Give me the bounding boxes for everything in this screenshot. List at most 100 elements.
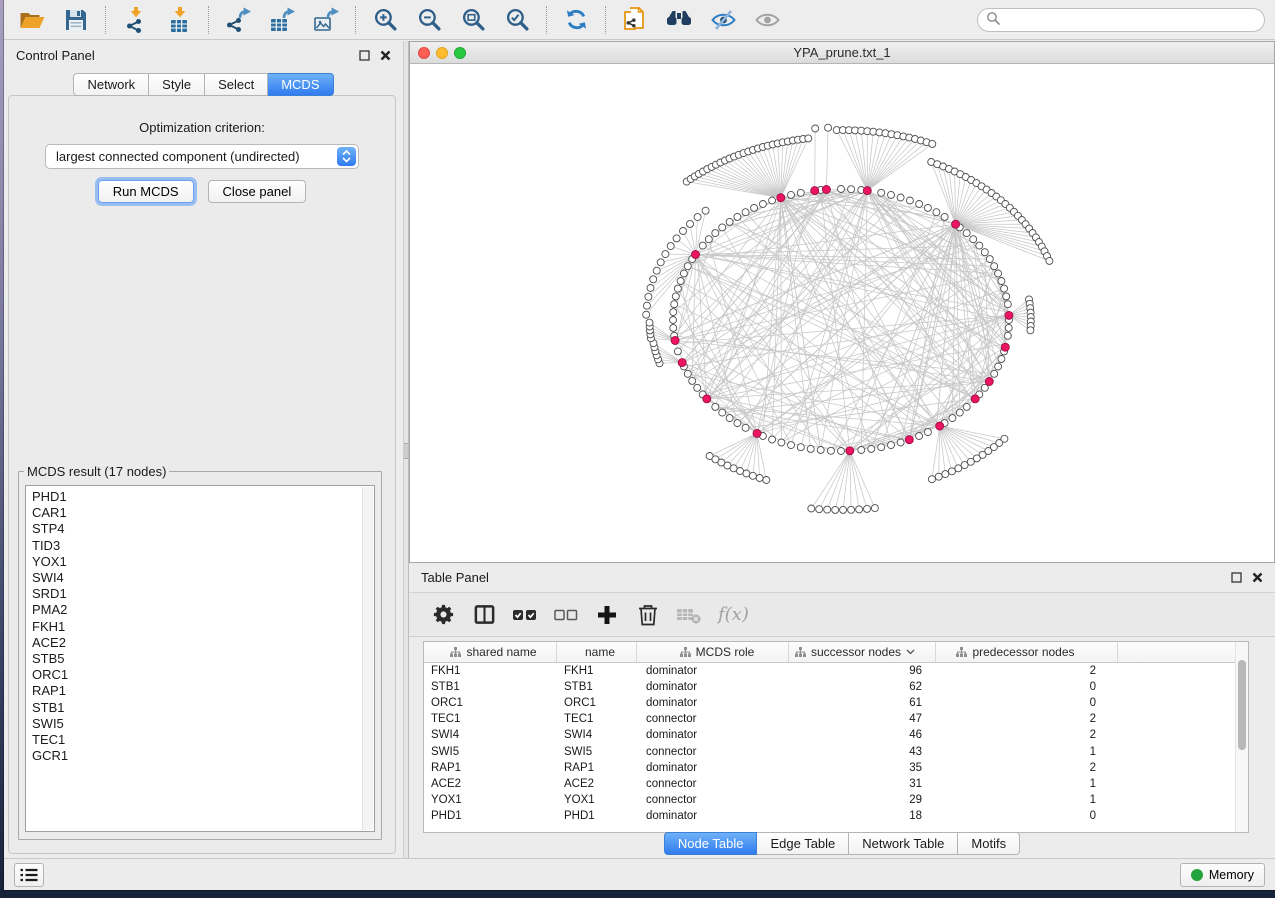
table-cell: 1 <box>936 794 1118 806</box>
list-item[interactable]: SRD1 <box>32 586 374 602</box>
list-item[interactable]: STP4 <box>32 521 374 537</box>
tab-edge-table[interactable]: Edge Table <box>757 832 849 855</box>
splitter-grip[interactable] <box>404 443 408 459</box>
mcds-result-list[interactable]: PHD1CAR1STP4TID3YOX1SWI4SRD1PMA2FKH1ACE2… <box>25 485 375 832</box>
table-row[interactable]: SWI5SWI5connector431 <box>424 743 1248 759</box>
table-row[interactable]: ORC1ORC1dominator610 <box>424 695 1248 711</box>
save-icon[interactable] <box>54 1 98 39</box>
export-image-icon[interactable] <box>304 1 348 39</box>
control-panel: Control Panel NetworkStyleSelectMCDS Opt… <box>4 41 403 858</box>
table-cell: 0 <box>936 697 1118 709</box>
panel-selector-button[interactable] <box>14 863 44 887</box>
settings-icon[interactable] <box>425 597 461 633</box>
table-cell: 1 <box>936 778 1118 790</box>
criterion-select[interactable]: largest connected component (undirected) <box>45 144 359 169</box>
table-row[interactable]: TEC1TEC1connector472 <box>424 711 1248 727</box>
list-item[interactable]: ORC1 <box>32 667 374 683</box>
clone-network-icon[interactable] <box>613 1 657 39</box>
find-icon[interactable] <box>657 1 701 39</box>
table-cell: 43 <box>789 746 936 758</box>
list-item[interactable]: FKH1 <box>32 619 374 635</box>
list-item[interactable]: STB1 <box>32 700 374 716</box>
table-cell: RAP1 <box>424 762 557 774</box>
table-scrollbar[interactable] <box>1235 642 1248 832</box>
search-input[interactable] <box>1005 13 1256 27</box>
table-row[interactable]: STB1STB1dominator620 <box>424 679 1248 695</box>
float-panel-icon[interactable] <box>359 50 370 61</box>
zoom-fit-icon[interactable] <box>451 1 495 39</box>
add-column-icon[interactable] <box>589 597 625 633</box>
table-row[interactable]: RAP1RAP1dominator352 <box>424 760 1248 776</box>
toolbar-icons <box>10 0 789 39</box>
tab-mcds[interactable]: MCDS <box>268 73 333 96</box>
list-item[interactable]: SWI5 <box>32 716 374 732</box>
toolbar-separator <box>105 6 106 34</box>
list-item[interactable]: YOX1 <box>32 554 374 570</box>
column-header-successor-nodes[interactable]: successor nodes <box>789 642 936 662</box>
search-box[interactable] <box>977 8 1265 32</box>
list-item[interactable]: TEC1 <box>32 732 374 748</box>
column-header-predecessor-nodes[interactable]: predecessor nodes <box>936 642 1118 662</box>
table-row[interactable]: YOX1YOX1connector291 <box>424 792 1248 808</box>
list-scrollbar[interactable] <box>362 487 373 830</box>
zoom-in-icon[interactable] <box>363 1 407 39</box>
memory-button[interactable]: Memory <box>1180 863 1265 887</box>
tab-node-table[interactable]: Node Table <box>664 832 758 855</box>
close-panel-icon[interactable] <box>380 50 391 61</box>
close-panel-button[interactable]: Close panel <box>208 180 307 203</box>
table-row[interactable]: SWI4SWI4dominator462 <box>424 727 1248 743</box>
refresh-icon[interactable] <box>554 1 598 39</box>
network-window: YPA_prune.txt_1 <box>409 41 1275 563</box>
open-folder-icon[interactable] <box>10 1 54 39</box>
tab-motifs[interactable]: Motifs <box>958 832 1020 855</box>
import-network-icon[interactable] <box>113 1 157 39</box>
window-zoom-button[interactable] <box>454 47 466 59</box>
table-panel-header: Table Panel <box>409 565 1275 589</box>
column-header-shared-name[interactable]: shared name <box>424 642 557 662</box>
delete-column-icon[interactable] <box>630 597 666 633</box>
list-item[interactable]: CAR1 <box>32 505 374 521</box>
table-cell: ACE2 <box>557 778 637 790</box>
column-header-MCDS-role[interactable]: MCDS role <box>637 642 789 662</box>
tab-style[interactable]: Style <box>149 73 205 96</box>
export-network-icon[interactable] <box>216 1 260 39</box>
export-table-icon[interactable] <box>260 1 304 39</box>
tab-select[interactable]: Select <box>205 73 268 96</box>
zoom-selected-icon[interactable] <box>495 1 539 39</box>
list-item[interactable]: PMA2 <box>32 602 374 618</box>
run-mcds-button[interactable]: Run MCDS <box>98 180 194 203</box>
column-view-icon[interactable] <box>466 597 502 633</box>
float-panel-icon[interactable] <box>1231 572 1242 583</box>
column-header-name[interactable]: name <box>557 642 637 662</box>
table-row[interactable]: ACE2ACE2connector311 <box>424 776 1248 792</box>
hide-selected-icon[interactable] <box>701 1 745 39</box>
list-item[interactable]: ACE2 <box>32 635 374 651</box>
table-row[interactable]: FKH1FKH1dominator962 <box>424 663 1248 679</box>
tab-network[interactable]: Network <box>73 73 149 96</box>
close-panel-icon[interactable] <box>1252 572 1263 583</box>
list-item[interactable]: PHD1 <box>32 489 374 505</box>
window-close-button[interactable] <box>418 47 430 59</box>
list-item[interactable]: STB5 <box>32 651 374 667</box>
table-row[interactable]: PHD1PHD1dominator180 <box>424 808 1248 824</box>
tab-network-table[interactable]: Network Table <box>849 832 958 855</box>
table-cell: 2 <box>936 713 1118 725</box>
table-cell: 18 <box>789 810 936 822</box>
import-table-icon[interactable] <box>157 1 201 39</box>
mcds-result-title: MCDS result (17 nodes) <box>24 464 169 479</box>
list-item[interactable]: TID3 <box>32 538 374 554</box>
table-cell: 0 <box>936 681 1118 693</box>
node-table: shared namenameMCDS rolesuccessor nodesp… <box>423 641 1249 833</box>
window-minimize-button[interactable] <box>436 47 448 59</box>
select-all-rows-icon[interactable] <box>507 597 543 633</box>
table-cell: connector <box>637 794 789 806</box>
network-canvas[interactable] <box>410 64 1274 562</box>
zoom-out-icon[interactable] <box>407 1 451 39</box>
list-item[interactable]: GCR1 <box>32 748 374 764</box>
mcds-result-box: MCDS result (17 nodes) PHD1CAR1STP4TID3Y… <box>18 464 382 840</box>
deselect-all-rows-icon[interactable] <box>548 597 584 633</box>
list-item[interactable]: RAP1 <box>32 683 374 699</box>
scrollbar-thumb[interactable] <box>1238 660 1246 750</box>
table-cell: 1 <box>936 746 1118 758</box>
list-item[interactable]: SWI4 <box>32 570 374 586</box>
